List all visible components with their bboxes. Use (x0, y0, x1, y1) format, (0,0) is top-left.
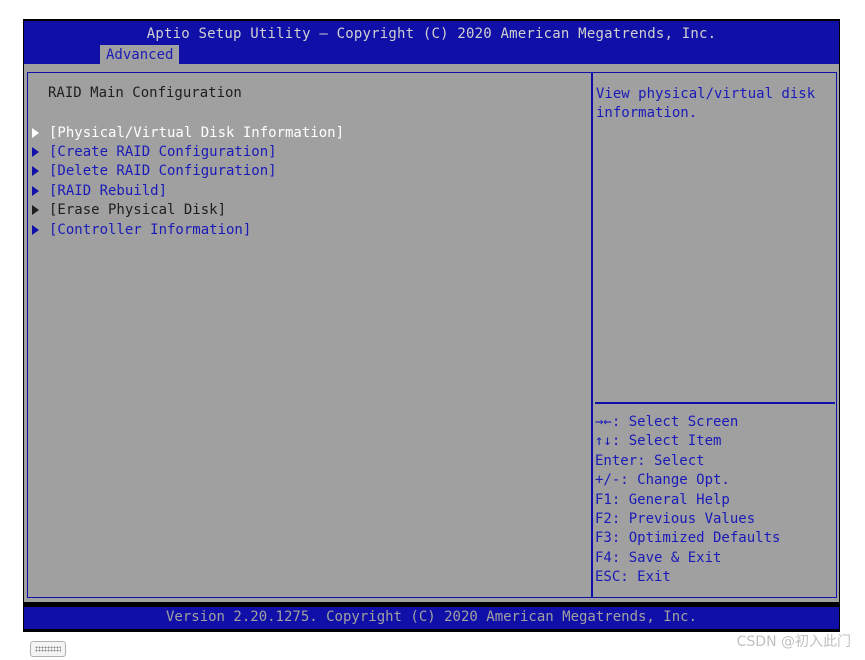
keyboard-icon[interactable] (30, 641, 66, 657)
key-hint-enter: Enter: Select (595, 452, 705, 469)
raid-menu: [Physical/Virtual Disk Information] [Cre… (32, 123, 344, 239)
footer-bar: Version 2.20.1275. Copyright (C) 2020 Am… (24, 607, 839, 629)
triangle-right-icon (32, 205, 39, 216)
key-hint-general-help: F1: General Help (595, 491, 730, 508)
key-hint-optimized-defaults: F3: Optimized Defaults (595, 530, 781, 547)
help-description: View physical/virtual disk information. (596, 86, 816, 122)
content-panel: RAID Main Configuration [Physical/Virtua… (24, 64, 839, 602)
menu-item-controller-information[interactable]: [Controller Information] (32, 220, 344, 239)
watermark: CSDN @初入此门 (736, 634, 851, 650)
key-hint-change-opt: +/-: Change Opt. (595, 472, 730, 489)
page-title: RAID Main Configuration (48, 85, 242, 101)
key-legend: →←: Select Screen ↑↓: Select Item Enter:… (595, 413, 780, 588)
menu-item-physical-virtual-disk-information[interactable]: [Physical/Virtual Disk Information] (32, 123, 344, 142)
triangle-right-icon (32, 185, 39, 196)
version-text: Version 2.20.1275. Copyright (C) 2020 Am… (165, 609, 697, 625)
menu-item-label: [Create RAID Configuration] (49, 144, 277, 161)
menu-item-raid-rebuild[interactable]: [RAID Rebuild] (32, 181, 344, 200)
triangle-right-icon (32, 166, 39, 177)
menu-item-label: [Erase Physical Disk] (49, 202, 227, 219)
menu-item-label: [Controller Information] (49, 221, 252, 238)
triangle-right-icon (32, 224, 39, 235)
help-divider (595, 402, 835, 404)
title-bar: Aptio Setup Utility – Copyright (C) 2020… (24, 21, 839, 65)
app-title: Aptio Setup Utility – Copyright (C) 2020… (146, 26, 717, 42)
tab-advanced[interactable]: Advanced (100, 45, 180, 65)
menu-item-label: [RAID Rebuild] (49, 182, 168, 199)
triangle-right-icon (32, 127, 39, 138)
key-hint-select-item: ↑↓: Select Item (595, 433, 722, 450)
menu-item-create-raid-configuration[interactable]: [Create RAID Configuration] (32, 142, 344, 161)
bios-screen: Aptio Setup Utility – Copyright (C) 2020… (23, 19, 840, 632)
key-hint-esc-exit: ESC: Exit (595, 569, 671, 586)
key-hint-select-screen: →←: Select Screen (595, 414, 739, 430)
key-hint-save-exit: F4: Save & Exit (595, 549, 722, 566)
menu-item-erase-physical-disk[interactable]: [Erase Physical Disk] (32, 201, 344, 220)
key-hint-previous-values: F2: Previous Values (595, 510, 756, 527)
menu-item-label: [Delete RAID Configuration] (49, 163, 277, 180)
menu-item-delete-raid-configuration[interactable]: [Delete RAID Configuration] (32, 162, 344, 181)
menu-item-label: [Physical/Virtual Disk Information] (49, 124, 345, 141)
triangle-right-icon (32, 147, 39, 158)
